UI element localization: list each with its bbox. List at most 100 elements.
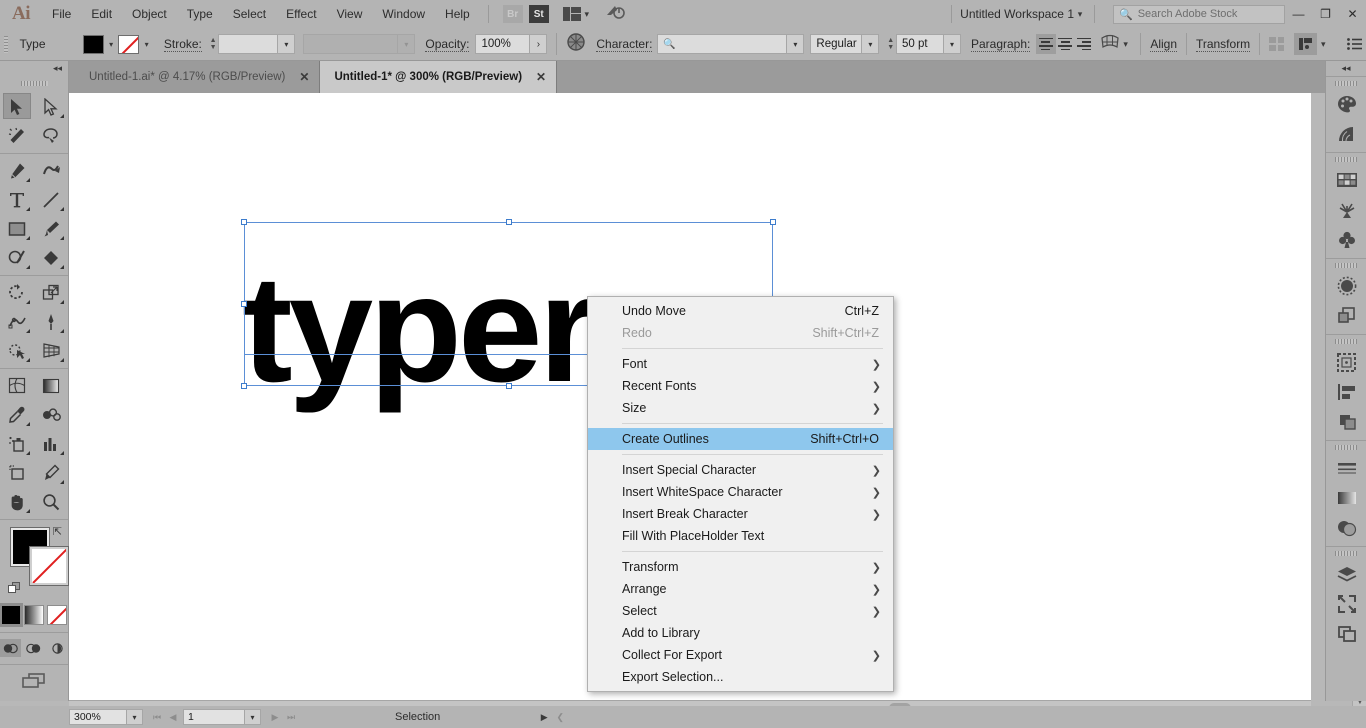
menu-help[interactable]: Help [435, 0, 480, 28]
symbols-panel-icon[interactable] [1326, 225, 1366, 255]
document-tab-2[interactable]: Untitled-1* @ 300% (RGB/Preview) ✕ [320, 61, 558, 93]
swap-fill-stroke-icon[interactable]: ⇱ [53, 525, 62, 538]
font-size-input[interactable]: 50 pt [895, 34, 944, 54]
previous-artboard-button[interactable]: ◀ [165, 708, 181, 726]
fill-color-swatch[interactable] [82, 34, 104, 54]
opacity-more-button[interactable]: › [530, 34, 548, 54]
menu-item-arrange[interactable]: Arrange ❯ [588, 578, 893, 600]
align-left-button[interactable] [1036, 34, 1056, 54]
links-panel-icon[interactable] [1326, 619, 1366, 649]
menu-select[interactable]: Select [223, 0, 276, 28]
zoom-chevron-down-icon[interactable]: ▾ [127, 709, 143, 725]
menu-item-insert-special-character[interactable]: Insert Special Character ❯ [588, 459, 893, 481]
mesh-tool[interactable] [0, 371, 34, 400]
selection-tool[interactable] [0, 92, 34, 121]
menu-item-insert-break-character[interactable]: Insert Break Character ❯ [588, 503, 893, 525]
menu-item-undo-move[interactable]: Undo Move Ctrl+Z [588, 300, 893, 322]
menu-item-transform[interactable]: Transform ❯ [588, 556, 893, 578]
rotate-tool[interactable] [0, 278, 34, 307]
stock-search-input[interactable]: 🔍 Search Adobe Stock [1113, 4, 1285, 24]
stroke-weight-group[interactable]: ▾ [218, 34, 296, 54]
draw-mode-chevron-down-icon[interactable]: ▾ [1317, 39, 1329, 50]
font-size-chevron-down-icon[interactable]: ▾ [943, 34, 961, 54]
menu-file[interactable]: File [42, 0, 81, 28]
lasso-tool[interactable] [34, 121, 68, 150]
menu-item-font[interactable]: Font ❯ [588, 353, 893, 375]
context-menu[interactable]: Undo Move Ctrl+Z Redo Shift+Ctrl+Z Font … [587, 296, 894, 692]
brushes-panel-icon[interactable] [1326, 195, 1366, 225]
stroke-panel-icon[interactable] [1326, 453, 1366, 483]
hand-tool[interactable] [0, 487, 34, 516]
close-button[interactable]: ✕ [1339, 0, 1366, 28]
font-size-group[interactable]: 50 pt ▾ [895, 34, 961, 54]
menu-effect[interactable]: Effect [276, 0, 326, 28]
last-artboard-button[interactable]: ⏭ [283, 708, 299, 726]
color-mode-button[interactable] [0, 603, 23, 627]
column-graph-tool[interactable] [34, 429, 68, 458]
menu-item-insert-whitespace-character[interactable]: Insert WhiteSpace Character ❯ [588, 481, 893, 503]
fill-chevron-down-icon[interactable]: ▾ [104, 35, 118, 54]
control-bar-grip[interactable] [0, 28, 12, 61]
line-segment-tool[interactable] [34, 185, 68, 214]
zoom-level-input[interactable]: 300% [69, 709, 127, 725]
draw-inside-button[interactable] [47, 639, 68, 657]
distribute-spacing-icon[interactable] [1269, 37, 1285, 51]
dock-collapse-icon[interactable]: ◂◂ [1326, 61, 1366, 76]
font-size-stepper[interactable]: ▲ ▼ [885, 34, 896, 54]
stroke-profile-chevron-down-icon[interactable]: ▾ [398, 34, 416, 54]
selection-handle-bc[interactable] [505, 383, 512, 389]
menu-type[interactable]: Type [177, 0, 223, 28]
menu-item-collect-for-export[interactable]: Collect For Export ❯ [588, 644, 893, 666]
opacity-input[interactable]: 100% [475, 34, 531, 54]
stroke-label[interactable]: Stroke: [163, 37, 202, 52]
draw-normal-button[interactable] [0, 639, 22, 657]
tools-grip[interactable] [0, 76, 68, 90]
dock-group-grip[interactable] [1326, 77, 1366, 89]
perspective-grid-tool[interactable] [34, 336, 68, 365]
free-transform-tool[interactable] [34, 307, 68, 336]
slice-tool[interactable] [34, 458, 68, 487]
menu-item-fill-with-placeholder-text[interactable]: Fill With PlaceHolder Text [588, 525, 893, 547]
first-artboard-button[interactable]: ⏮ [149, 708, 165, 726]
menu-item-add-to-library[interactable]: Add to Library [588, 622, 893, 644]
shape-builder-tool[interactable] [0, 336, 34, 365]
dock-group-grip[interactable] [1326, 259, 1366, 271]
font-style-input[interactable]: Regular [810, 34, 863, 54]
artboard-chevron-down-icon[interactable]: ▾ [245, 709, 261, 725]
default-fill-stroke-icon[interactable] [8, 582, 20, 594]
workspace-selector[interactable]: Untitled Workspace 1 [960, 7, 1074, 21]
curvature-tool[interactable] [34, 156, 68, 185]
draw-behind-button[interactable] [23, 639, 44, 657]
recolor-artwork-icon[interactable] [566, 32, 586, 57]
stroke-weight-stepper[interactable]: ▲ ▼ [208, 34, 219, 54]
align-panel-link[interactable]: Align [1150, 37, 1177, 52]
align-center-button[interactable] [1056, 34, 1075, 54]
swatches-panel-icon[interactable] [1326, 165, 1366, 195]
align-right-button[interactable] [1075, 34, 1094, 54]
pathfinder-panel-icon[interactable] [1326, 407, 1366, 437]
document-tab-2-close-icon[interactable]: ✕ [536, 70, 546, 84]
color-guide-panel-icon[interactable] [1326, 119, 1366, 149]
draw-mode-button[interactable] [1294, 33, 1318, 55]
gradient-tool[interactable] [34, 371, 68, 400]
menu-item-export-selection[interactable]: Export Selection... [588, 666, 893, 688]
dock-group-grip[interactable] [1326, 153, 1366, 165]
creative-cloud-icon[interactable] [605, 4, 625, 25]
arrange-chevron-down-icon[interactable]: ▾ [581, 9, 593, 20]
status-menu-button[interactable]: ▶ [536, 708, 552, 726]
menu-item-recent-fonts[interactable]: Recent Fonts ❯ [588, 375, 893, 397]
dock-group-grip[interactable] [1326, 335, 1366, 347]
transparency-panel-icon[interactable] [1326, 513, 1366, 543]
tools-collapse-icon[interactable]: ◂◂ [0, 61, 68, 76]
font-family-input[interactable]: 🔍 [657, 34, 788, 54]
menu-item-size[interactable]: Size ❯ [588, 397, 893, 419]
envelope-distort-icon[interactable] [1100, 33, 1120, 55]
character-label[interactable]: Character: [596, 37, 653, 52]
font-style-group[interactable]: Regular ▾ [810, 34, 880, 54]
selection-handle-tr[interactable] [770, 219, 776, 225]
magic-wand-tool[interactable] [0, 121, 34, 150]
stroke-profile-input[interactable] [303, 34, 399, 54]
dock-group-grip[interactable] [1326, 547, 1366, 559]
paintbrush-tool[interactable] [34, 214, 68, 243]
rectangle-tool[interactable] [0, 214, 34, 243]
